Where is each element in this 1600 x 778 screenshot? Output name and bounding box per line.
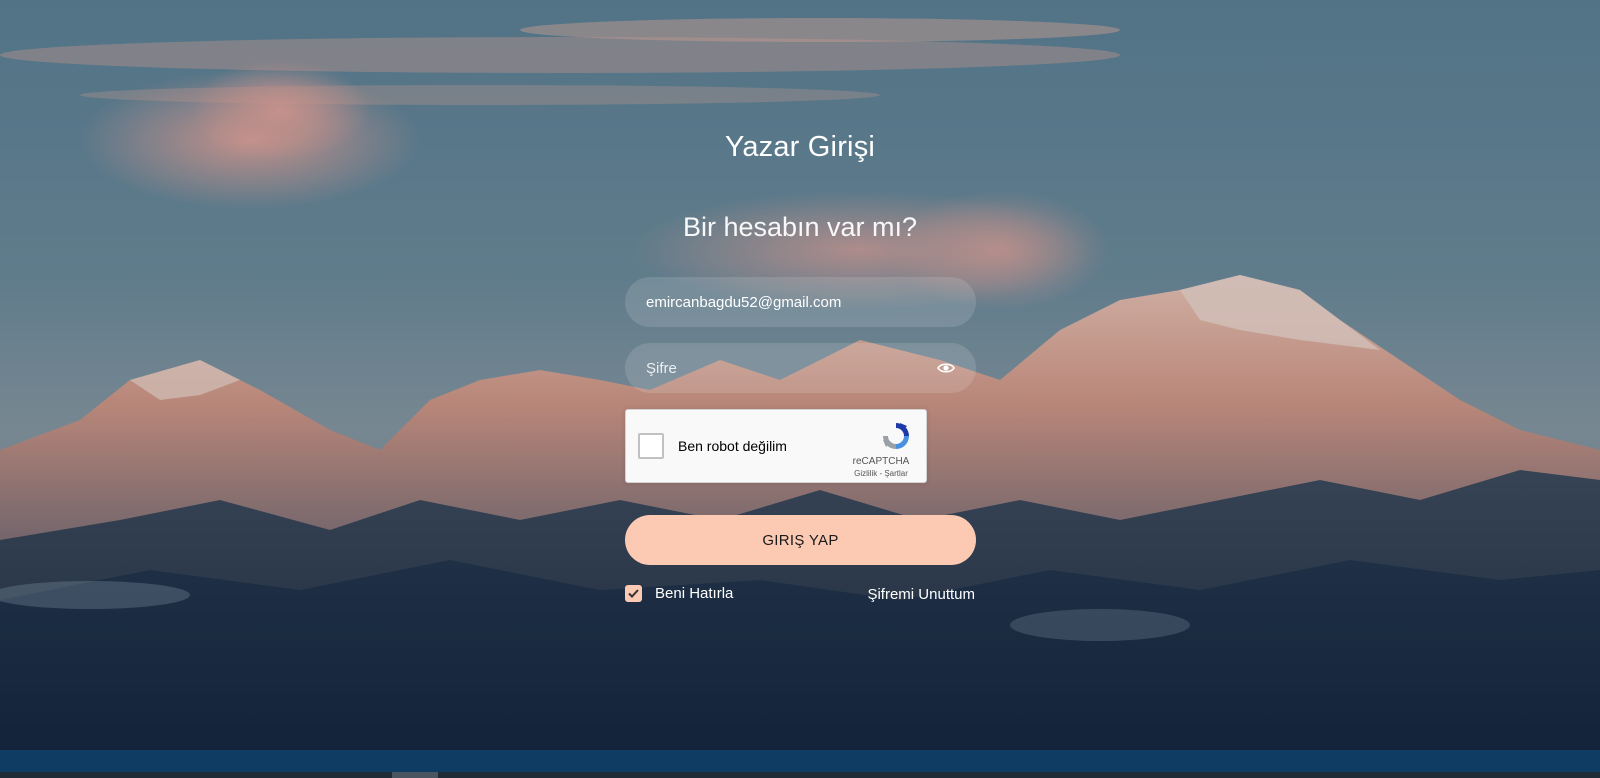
recaptcha-terms[interactable]: Gizlilik - Şartlar <box>846 469 916 478</box>
remember-me[interactable]: Beni Hatırla <box>625 585 733 602</box>
recaptcha-widget: Ben robot değilim reCAPTCHA Gizlilik - Ş… <box>625 409 927 483</box>
remember-label: Beni Hatırla <box>655 585 734 602</box>
page-title: Yazar Girişi <box>724 131 876 164</box>
scrollbar-thumb[interactable] <box>392 772 438 778</box>
email-field[interactable]: emircanbagdu52@gmail.com <box>625 277 976 327</box>
horizontal-scrollbar[interactable] <box>0 772 1600 778</box>
recaptcha-brand: reCAPTCHA <box>852 456 910 467</box>
email-value[interactable]: emircanbagdu52@gmail.com <box>646 294 841 311</box>
bottom-bar <box>0 750 1600 772</box>
login-button[interactable]: GIRIŞ YAP <box>625 515 976 565</box>
password-placeholder[interactable]: Şifre <box>646 360 677 377</box>
subtitle: Bir hesabın var mı? <box>682 212 918 242</box>
password-field[interactable]: Şifre <box>625 343 976 393</box>
eye-icon[interactable] <box>937 359 955 377</box>
recaptcha-logo-icon <box>880 420 912 452</box>
recaptcha-label: Ben robot değilim <box>678 438 787 454</box>
recaptcha-checkbox[interactable] <box>638 433 664 459</box>
check-icon[interactable] <box>625 585 642 602</box>
forgot-password-link[interactable]: Şifremi Unuttum <box>867 586 975 603</box>
